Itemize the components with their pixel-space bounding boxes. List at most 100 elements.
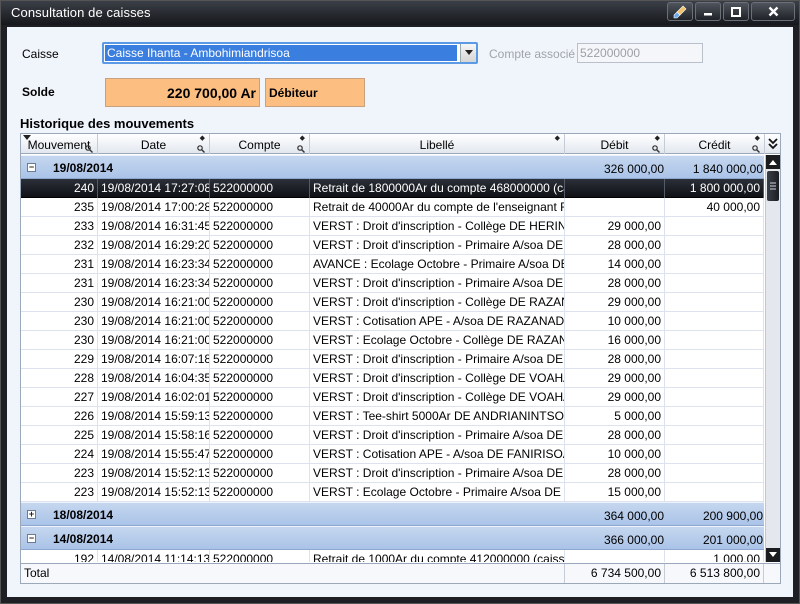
cell-date: 19/08/2014 15:52:13 <box>98 483 210 502</box>
table-row[interactable]: 223 19/08/2014 15:52:13 522000000 VERST : E… <box>21 483 764 502</box>
brush-icon <box>673 5 687 18</box>
column-header-label: Compte <box>238 138 281 152</box>
column-header-debit[interactable]: Débit ◆ <box>565 134 665 154</box>
compte-associe-label: Compte associé <box>489 47 576 61</box>
table-row[interactable]: 225 19/08/2014 15:58:16 522000000 VERST : D… <box>21 426 764 445</box>
cell-credit <box>665 293 764 312</box>
filter-search-icon[interactable] <box>297 145 305 153</box>
window: Consultation de caisses Caisse Caisse Ih… <box>0 0 800 604</box>
table-row[interactable]: 235 19/08/2014 17:00:28 522000000 Retrait d… <box>21 198 764 217</box>
cell-mouvement: 230 <box>21 293 98 312</box>
cell-libelle: VERST : Ecolage Octobre - Primaire A/soa… <box>310 483 565 502</box>
cell-mouvement: 232 <box>21 236 98 255</box>
group-credit-total: 200 900,00 <box>702 509 763 523</box>
cell-credit <box>665 426 764 445</box>
group-row[interactable]: − 14/08/2014 366 000,00 201 000,00 <box>21 526 764 550</box>
maximize-button[interactable] <box>723 2 749 21</box>
table-row[interactable]: 230 19/08/2014 16:21:00 522000000 VERST : C… <box>21 312 764 331</box>
double-chevron-down-icon <box>767 138 778 150</box>
table-row[interactable]: 240 19/08/2014 17:27:08 522000000 Retrait d… <box>21 179 764 198</box>
collapse-toggle-icon[interactable]: − <box>27 163 36 172</box>
cell-credit <box>665 483 764 502</box>
cell-compte: 522000000 <box>210 445 310 464</box>
cell-credit <box>665 236 764 255</box>
history-title: Historique des mouvements <box>20 116 195 131</box>
dropdown-arrow-button[interactable] <box>460 44 476 62</box>
table-row[interactable]: 231 19/08/2014 16:23:34 522000000 VERST : D… <box>21 274 764 293</box>
filter-search-icon[interactable] <box>197 145 205 153</box>
cell-libelle: Retrait de 40000Ar du compte de l'enseig… <box>310 198 565 217</box>
cell-credit <box>665 217 764 236</box>
scroll-down-button[interactable] <box>766 548 780 562</box>
cell-date: 14/08/2014 11:14:13 <box>98 550 210 562</box>
total-label: Total <box>21 564 565 583</box>
expand-toggle-icon[interactable]: + <box>27 510 36 519</box>
sort-arrows-icon: ◆ <box>654 135 660 142</box>
scroll-thumb[interactable] <box>767 171 779 201</box>
cell-date: 19/08/2014 16:31:45 <box>98 217 210 236</box>
column-header-date[interactable]: Date ◆ <box>98 134 210 154</box>
cell-credit <box>665 388 764 407</box>
maximize-icon <box>731 6 741 17</box>
group-row[interactable]: − 19/08/2014 326 000,00 1 840 000,00 <box>21 155 764 179</box>
cell-compte: 522000000 <box>210 350 310 369</box>
cell-libelle: VERST : Droit d'inscription - Collège DE… <box>310 388 565 407</box>
table-row[interactable]: 226 19/08/2014 15:59:13 522000000 VERST : T… <box>21 407 764 426</box>
minimize-icon <box>704 12 712 15</box>
group-date: 19/08/2014 <box>53 161 114 175</box>
cell-date: 19/08/2014 15:55:47 <box>98 445 210 464</box>
table-row[interactable]: 230 19/08/2014 16:21:00 522000000 VERST : D… <box>21 293 764 312</box>
cell-mouvement: 230 <box>21 312 98 331</box>
cell-debit <box>565 550 665 562</box>
cell-debit: 28 000,00 <box>565 350 665 369</box>
column-header-mouvement[interactable]: Mouvement <box>21 134 98 154</box>
table-row[interactable]: 233 19/08/2014 16:31:45 522000000 VERST : D… <box>21 217 764 236</box>
cell-mouvement: 223 <box>21 464 98 483</box>
filter-search-icon[interactable] <box>752 145 760 153</box>
table-row[interactable]: 230 19/08/2014 16:21:00 522000000 VERST : E… <box>21 331 764 350</box>
chevron-down-icon <box>769 552 777 557</box>
table-row[interactable]: 228 19/08/2014 16:04:35 522000000 VERST : D… <box>21 369 764 388</box>
cell-mouvement: 231 <box>21 255 98 274</box>
cell-credit: 1 000,00 <box>665 550 764 562</box>
column-header-compte[interactable]: Compte ◆ <box>210 134 310 154</box>
close-button[interactable] <box>751 2 795 21</box>
caisse-dropdown[interactable]: Caisse Ihanta - Ambohimiandrisoa <box>102 42 478 64</box>
table-row[interactable]: 224 19/08/2014 15:55:47 522000000 VERST : C… <box>21 445 764 464</box>
filter-search-icon[interactable] <box>85 145 93 153</box>
cell-compte: 522000000 <box>210 217 310 236</box>
sort-indicator-icon <box>23 135 31 140</box>
cell-mouvement: 228 <box>21 369 98 388</box>
table-row[interactable]: 232 19/08/2014 16:29:20 522000000 VERST : D… <box>21 236 764 255</box>
table-row[interactable]: 223 19/08/2014 15:52:13 522000000 VERST : D… <box>21 464 764 483</box>
cell-credit <box>665 312 764 331</box>
cell-debit: 29 000,00 <box>565 388 665 407</box>
column-header-label: Crédit <box>698 138 731 152</box>
cell-credit <box>665 464 764 483</box>
collapse-toggle-icon[interactable]: − <box>27 534 36 543</box>
cell-debit: 15 000,00 <box>565 483 665 502</box>
table-row[interactable]: 192 14/08/2014 11:14:13 522000000 Retrait d… <box>21 550 764 562</box>
minimize-button[interactable] <box>695 2 721 21</box>
cell-compte: 522000000 <box>210 179 310 198</box>
vertical-scrollbar[interactable] <box>765 155 780 562</box>
cell-date: 19/08/2014 17:27:08 <box>98 179 210 198</box>
cell-mouvement: 230 <box>21 331 98 350</box>
column-header-credit[interactable]: Crédit ◆ <box>665 134 765 154</box>
cell-compte: 522000000 <box>210 293 310 312</box>
group-row[interactable]: +18/08/2014 364 000,00 200 900,00 <box>21 502 764 526</box>
cell-debit: 29 000,00 <box>565 293 665 312</box>
scroll-up-button[interactable] <box>766 155 780 169</box>
filter-search-icon[interactable] <box>652 145 660 153</box>
table-row[interactable]: 229 19/08/2014 16:07:18 522000000 VERST : D… <box>21 350 764 369</box>
cell-debit: 5 000,00 <box>565 407 665 426</box>
table-row[interactable]: 231 19/08/2014 16:23:34 522000000 AVANCE : … <box>21 255 764 274</box>
group-date: 14/08/2014 <box>53 532 114 546</box>
column-header-libelle[interactable]: Libellé ◆ <box>310 134 565 154</box>
skin-brush-button[interactable] <box>667 2 693 21</box>
column-chooser-button[interactable] <box>765 134 780 154</box>
table-row[interactable]: 227 19/08/2014 16:02:01 522000000 VERST : D… <box>21 388 764 407</box>
cell-compte: 522000000 <box>210 483 310 502</box>
solde-value: 220 700,00 Ar <box>105 78 260 107</box>
cell-date: 19/08/2014 16:23:34 <box>98 274 210 293</box>
